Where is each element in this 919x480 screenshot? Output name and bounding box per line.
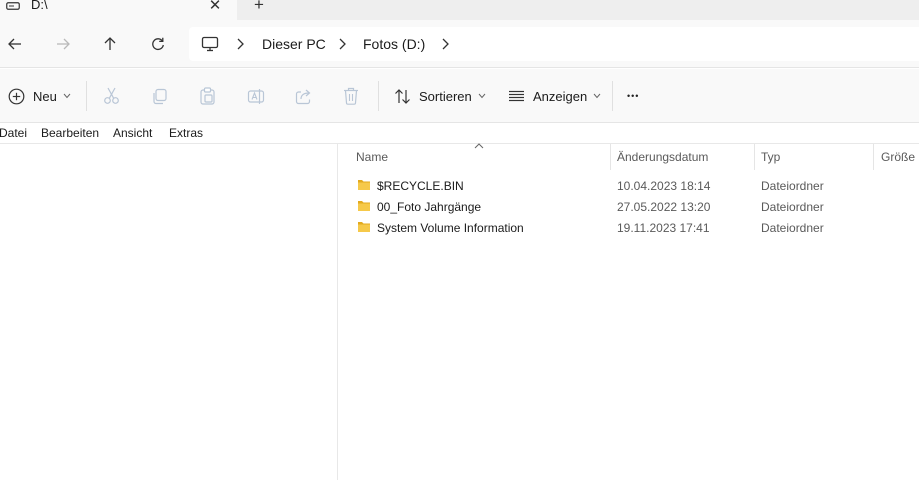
view-button[interactable]: Anzeigen — [508, 84, 601, 108]
chevron-down-icon — [478, 93, 486, 99]
toolbar-divider — [612, 81, 613, 111]
share-icon — [295, 89, 311, 104]
folder-icon — [358, 180, 370, 190]
file-date: 19.11.2023 17:41 — [617, 221, 710, 235]
arrow-up-icon — [104, 37, 116, 50]
file-type: Dateiordner — [761, 179, 824, 193]
cut-button[interactable] — [103, 84, 120, 108]
share-button[interactable] — [295, 84, 312, 108]
chevron-down-icon — [593, 93, 601, 99]
menu-ansicht[interactable]: Ansicht — [113, 126, 152, 140]
refresh-icon — [152, 37, 164, 51]
column-header-size[interactable]: Größe — [881, 150, 915, 164]
file-date: 27.05.2022 13:20 — [617, 200, 711, 214]
toolbar-divider — [378, 81, 379, 111]
rename-button[interactable] — [247, 84, 265, 108]
drive-icon — [6, 2, 20, 10]
menu-datei[interactable]: Datei — [0, 126, 27, 140]
navigation-bar: Dieser PC Fotos (D:) — [0, 20, 919, 68]
menu-bar: Datei Bearbeiten Ansicht Extras — [0, 123, 919, 144]
toolbar-divider — [86, 81, 87, 111]
sort-button[interactable]: Sortieren — [394, 84, 486, 108]
copy-icon — [153, 88, 167, 104]
breadcrumb-chevron-icon[interactable] — [337, 36, 347, 52]
plus-circle-icon — [8, 88, 25, 104]
table-row[interactable]: $RECYCLE.BIN 10.04.2023 18:14 Dateiordne… — [353, 175, 919, 196]
breadcrumb-chevron-icon[interactable] — [235, 36, 245, 52]
file-name: $RECYCLE.BIN — [377, 179, 464, 193]
command-bar: Neu Sortieren Anzeigen ••• — [0, 69, 919, 123]
copy-button[interactable] — [151, 84, 168, 108]
folder-icon — [358, 201, 370, 211]
file-type: Dateiordner — [761, 221, 824, 235]
tab-strip: D:\ ✕ + — [0, 0, 919, 20]
new-tab-button[interactable]: + — [250, 0, 268, 15]
navigation-pane[interactable] — [0, 144, 338, 480]
new-button[interactable]: Neu — [8, 84, 71, 108]
table-row[interactable]: System Volume Information 19.11.2023 17:… — [353, 217, 919, 238]
paste-icon — [200, 87, 215, 105]
file-name: 00_Foto Jahrgänge — [377, 200, 482, 214]
view-button-label: Anzeigen — [533, 88, 588, 104]
arrow-right-icon — [57, 38, 70, 50]
more-options-button[interactable]: ••• — [627, 84, 639, 108]
column-divider[interactable] — [610, 144, 611, 170]
new-button-label: Neu — [33, 88, 57, 104]
sort-ascending-icon — [474, 143, 484, 149]
menu-bearbeiten[interactable]: Bearbeiten — [41, 126, 99, 140]
chevron-down-icon — [63, 93, 71, 99]
refresh-button[interactable] — [147, 33, 169, 55]
arrow-left-icon — [8, 38, 21, 50]
address-bar[interactable]: Dieser PC Fotos (D:) — [189, 27, 919, 61]
column-header-type[interactable]: Typ — [761, 150, 780, 164]
folder-icon — [358, 222, 370, 232]
file-explorer-window: D:\ ✕ + Dieser PC Fotos (D:) Neu Sortier… — [0, 0, 919, 480]
file-date: 10.04.2023 18:14 — [617, 179, 711, 193]
file-list: Name Änderungsdatum Typ Größe $RECYCLE.B… — [339, 143, 919, 480]
view-lines-icon — [509, 90, 524, 102]
delete-button[interactable] — [343, 84, 359, 108]
file-type: Dateiordner — [761, 200, 824, 214]
breadcrumb-chevron-icon[interactable] — [440, 36, 450, 52]
sort-icon — [395, 88, 410, 104]
close-tab-icon[interactable]: ✕ — [207, 0, 223, 14]
menu-extras[interactable]: Extras — [169, 126, 203, 140]
computer-icon — [201, 36, 219, 52]
column-divider[interactable] — [873, 144, 874, 170]
back-button[interactable] — [4, 33, 26, 55]
trash-icon — [344, 87, 358, 105]
breadcrumb-fotos-d[interactable]: Fotos (D:) — [363, 36, 425, 52]
forward-button[interactable] — [52, 33, 74, 55]
file-name: System Volume Information — [377, 221, 524, 235]
table-row[interactable]: 00_Foto Jahrgänge 27.05.2022 13:20 Datei… — [353, 196, 919, 217]
up-button[interactable] — [99, 33, 121, 55]
sort-button-label: Sortieren — [419, 88, 472, 104]
tab-drive-d[interactable]: D:\ ✕ — [0, 0, 237, 20]
paste-button[interactable] — [199, 84, 216, 108]
column-divider[interactable] — [754, 144, 755, 170]
column-header-date[interactable]: Änderungsdatum — [617, 150, 708, 164]
column-header-name[interactable]: Name — [356, 150, 388, 164]
more-dots-icon: ••• — [627, 91, 640, 101]
rename-icon — [247, 88, 265, 104]
scissors-icon — [104, 87, 119, 104]
tab-title: D:\ — [31, 0, 48, 12]
breadcrumb-this-pc[interactable]: Dieser PC — [262, 36, 326, 52]
